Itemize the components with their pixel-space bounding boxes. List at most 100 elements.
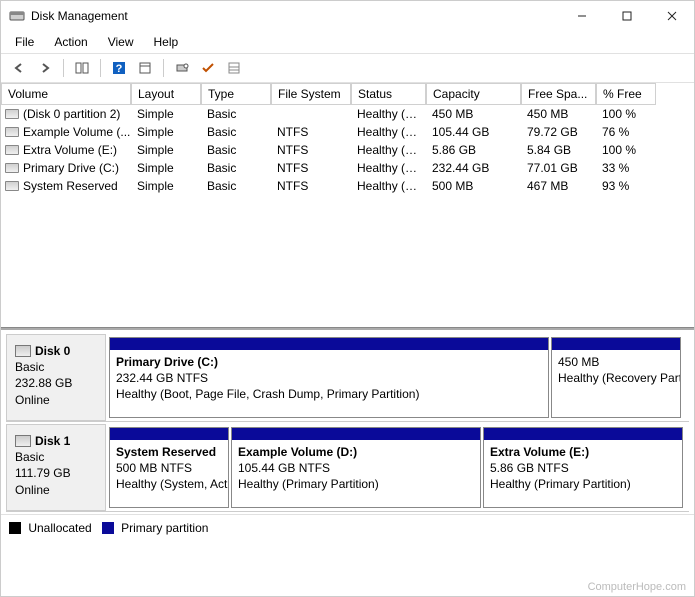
disk-size: 111.79 GB <box>15 466 71 480</box>
watermark: ComputerHope.com <box>588 581 686 593</box>
cell-volume: Example Volume (... <box>23 125 130 139</box>
menu-bar: File Action View Help <box>1 31 694 53</box>
settings-top-button[interactable] <box>133 57 157 79</box>
cell-capacity: 105.44 GB <box>426 124 521 140</box>
legend-unallocated-label: Unallocated <box>28 521 91 535</box>
cell-capacity: 232.44 GB <box>426 160 521 176</box>
disk-label[interactable]: Disk 0Basic232.88 GBOnline <box>6 334 106 421</box>
menu-file[interactable]: File <box>7 33 42 51</box>
cell-volume: Extra Volume (E:) <box>23 143 117 157</box>
title-bar: Disk Management <box>1 1 694 31</box>
drive-icon <box>5 181 19 191</box>
minimize-button[interactable] <box>559 1 604 31</box>
refresh-button[interactable] <box>170 57 194 79</box>
check-button[interactable] <box>196 57 220 79</box>
swatch-unallocated <box>9 522 21 534</box>
cell-fs: NTFS <box>271 160 351 176</box>
app-icon <box>9 8 25 24</box>
cell-volume: (Disk 0 partition 2) <box>23 107 120 121</box>
partition-header <box>484 428 682 440</box>
col-type[interactable]: Type <box>201 83 271 105</box>
svg-text:?: ? <box>116 63 123 75</box>
partition[interactable]: Example Volume (D:) 105.44 GB NTFS Healthy… <box>231 427 481 508</box>
menu-help[interactable]: Help <box>146 33 187 51</box>
col-free[interactable]: Free Spa... <box>521 83 596 105</box>
menu-view[interactable]: View <box>100 33 142 51</box>
maximize-button[interactable] <box>604 1 649 31</box>
forward-button[interactable] <box>33 57 57 79</box>
disk-icon <box>15 345 31 357</box>
partition[interactable]: System Reserved500 MB NTFSHealthy (Syste… <box>109 427 229 508</box>
partition-status: Healthy (Primary Partition) <box>238 477 379 491</box>
disk-row: Disk 1Basic111.79 GBOnlineSystem Reserve… <box>6 424 689 512</box>
partition-title: Example Volume (D:) <box>238 445 357 459</box>
col-fs[interactable]: File System <box>271 83 351 105</box>
partition-title: System Reserved <box>116 445 216 459</box>
table-row[interactable]: Extra Volume (E:)SimpleBasicNTFSHealthy … <box>1 141 694 159</box>
back-button[interactable] <box>7 57 31 79</box>
table-row[interactable]: (Disk 0 partition 2) SimpleBasic Healthy (… <box>1 105 694 123</box>
show-console-button[interactable] <box>70 57 94 79</box>
cell-free: 5.84 GB <box>521 142 596 158</box>
disk-size: 232.88 GB <box>15 376 72 390</box>
partition-header <box>110 338 548 350</box>
partition[interactable]: Extra Volume (E:) 5.86 GB NTFS Healthy (Pr… <box>483 427 683 508</box>
partition-title: Primary Drive (C:) <box>116 355 218 369</box>
close-button[interactable] <box>649 1 694 31</box>
cell-layout: Simple <box>131 106 201 122</box>
partition[interactable]: Primary Drive (C:)232.44 GB NTFSHealthy … <box>109 337 549 418</box>
cell-pct: 93 % <box>596 178 656 194</box>
legend-primary: Primary partition <box>102 521 209 535</box>
table-row[interactable]: System ReservedSimpleBasicNTFSHealthy (S… <box>1 177 694 195</box>
partition[interactable]: 450 MBHealthy (Recovery Partition) <box>551 337 681 418</box>
partition-status: Healthy (Primary Partition) <box>490 477 631 491</box>
cell-type: Basic <box>201 160 271 176</box>
cell-capacity: 500 MB <box>426 178 521 194</box>
cell-layout: Simple <box>131 142 201 158</box>
partition-size: 5.86 GB NTFS <box>490 461 569 475</box>
cell-volume: System Reserved <box>23 179 118 193</box>
disk-label[interactable]: Disk 1Basic111.79 GBOnline <box>6 424 106 511</box>
menu-action[interactable]: Action <box>46 33 95 51</box>
cell-volume: Primary Drive (C:) <box>23 161 119 175</box>
disk-row: Disk 0Basic232.88 GBOnlinePrimary Drive … <box>6 334 689 422</box>
col-status[interactable]: Status <box>351 83 426 105</box>
cell-status: Healthy (S... <box>351 178 426 194</box>
legend-primary-label: Primary partition <box>121 521 208 535</box>
cell-layout: Simple <box>131 124 201 140</box>
cell-type: Basic <box>201 124 271 140</box>
disk-type: Basic <box>15 360 44 374</box>
partition-header <box>232 428 480 440</box>
volume-rows: (Disk 0 partition 2)SimpleBasicHealthy (… <box>1 105 694 195</box>
table-row[interactable]: Primary Drive (C:)SimpleBasicNTFSHealthy… <box>1 159 694 177</box>
cell-free: 467 MB <box>521 178 596 194</box>
cell-type: Basic <box>201 142 271 158</box>
col-pct[interactable]: % Free <box>596 83 656 105</box>
partition-title: Extra Volume (E:) <box>490 445 589 459</box>
volume-list[interactable]: Volume Layout Type File System Status Ca… <box>1 83 694 328</box>
cell-capacity: 450 MB <box>426 106 521 122</box>
col-volume[interactable]: Volume <box>1 83 131 105</box>
partition-header <box>110 428 228 440</box>
partition-size: 232.44 GB NTFS <box>116 371 208 385</box>
column-headers: Volume Layout Type File System Status Ca… <box>1 83 694 105</box>
col-layout[interactable]: Layout <box>131 83 201 105</box>
help-button[interactable]: ? <box>107 57 131 79</box>
cell-pct: 76 % <box>596 124 656 140</box>
partition-size: 105.44 GB NTFS <box>238 461 330 475</box>
cell-free: 79.72 GB <box>521 124 596 140</box>
disk-status: Online <box>15 393 50 407</box>
disk-icon <box>15 435 31 447</box>
drive-icon <box>5 163 19 173</box>
col-capacity[interactable]: Capacity <box>426 83 521 105</box>
cell-free: 450 MB <box>521 106 596 122</box>
cell-fs: NTFS <box>271 124 351 140</box>
list-button[interactable] <box>222 57 246 79</box>
cell-status: Healthy (R... <box>351 106 426 122</box>
cell-layout: Simple <box>131 160 201 176</box>
cell-type: Basic <box>201 106 271 122</box>
window-title: Disk Management <box>31 9 128 23</box>
table-row[interactable]: Example Volume (...SimpleBasicNTFSHealth… <box>1 123 694 141</box>
partition-header <box>552 338 680 350</box>
separator-icon <box>63 59 64 77</box>
